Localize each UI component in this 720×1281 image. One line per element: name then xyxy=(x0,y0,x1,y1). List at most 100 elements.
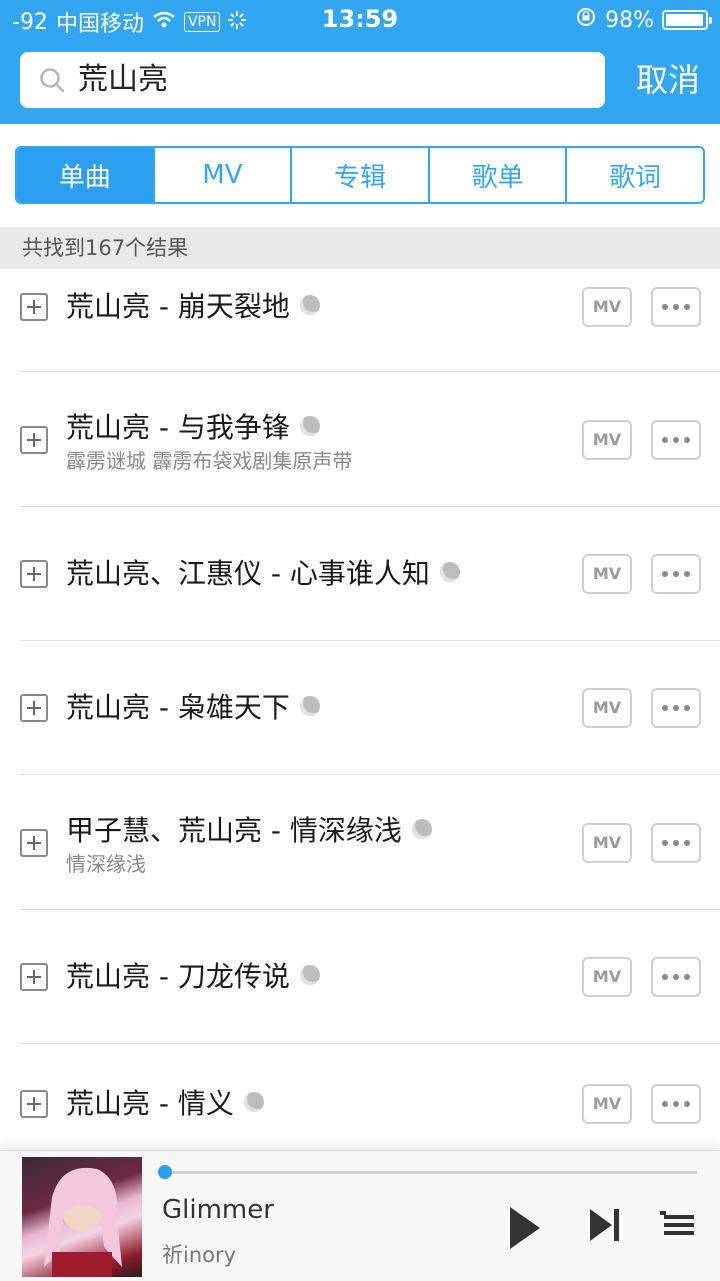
track-title: Glimmer xyxy=(162,1195,274,1225)
tab-3[interactable]: 歌单 xyxy=(429,148,568,202)
track-artist: 祈inory xyxy=(162,1243,237,1267)
song-title-text: 荒山亮 - 崩天裂地 xyxy=(66,290,290,323)
globe-icon xyxy=(299,415,320,436)
add-icon[interactable] xyxy=(20,1090,48,1118)
mv-button[interactable]: MV xyxy=(582,822,632,863)
more-options-button[interactable] xyxy=(651,688,701,728)
globe-icon xyxy=(299,295,320,315)
song-title: 荒山亮 - 崩天裂地 xyxy=(66,289,320,325)
mv-button[interactable]: MV xyxy=(582,957,632,997)
more-dot xyxy=(662,304,668,310)
globe-icon xyxy=(299,965,320,985)
more-dot xyxy=(662,571,668,577)
add-icon[interactable] xyxy=(20,828,48,857)
search-input[interactable]: 荒山亮 xyxy=(20,52,605,108)
song-title-text: 荒山亮 - 枭雄天下 xyxy=(66,691,290,724)
skip-next-icon xyxy=(590,1209,619,1241)
song-title-text: 荒山亮 - 刀龙传说 xyxy=(66,960,290,993)
more-options-button[interactable] xyxy=(651,1084,701,1124)
song-title: 荒山亮、江惠仪 - 心事谁人知 xyxy=(66,556,460,592)
mv-button[interactable]: MV xyxy=(582,1084,632,1124)
more-dot xyxy=(673,839,679,846)
more-dot xyxy=(673,571,679,577)
song-title: 荒山亮 - 情义 xyxy=(66,1086,264,1122)
song-row[interactable]: 荒山亮 - 刀龙传说 MV xyxy=(0,910,720,1044)
add-icon[interactable] xyxy=(20,293,48,321)
album-art[interactable] xyxy=(22,1157,142,1277)
mv-button[interactable]: MV xyxy=(582,688,632,728)
play-icon xyxy=(510,1207,540,1249)
song-title: 荒山亮 - 与我争锋 xyxy=(66,410,320,446)
add-icon[interactable] xyxy=(20,694,48,722)
search-icon xyxy=(38,66,66,98)
mv-button[interactable]: MV xyxy=(582,419,632,460)
song-title-text: 荒山亮 - 情义 xyxy=(66,1087,234,1120)
more-options-button[interactable] xyxy=(651,822,701,863)
status-right: 98% xyxy=(575,6,712,34)
song-title-text: 荒山亮 - 与我争锋 xyxy=(66,410,290,444)
more-dot xyxy=(673,436,679,443)
globe-icon xyxy=(439,562,460,582)
song-row[interactable]: 甲子慧、荒山亮 - 情深缘浅情深缘浅 MV xyxy=(0,775,720,910)
add-icon[interactable] xyxy=(20,963,48,991)
result-tabs: 单曲 MV 专辑 歌单 歌词 xyxy=(15,146,705,204)
cancel-button[interactable]: 取消 xyxy=(636,58,700,102)
more-dot xyxy=(662,436,668,443)
next-button[interactable] xyxy=(588,1207,622,1247)
status-bar: -92 中国移动 VPN 13:59 98% xyxy=(0,0,720,40)
mini-player[interactable]: Glimmer 祈inory xyxy=(0,1150,720,1281)
globe-icon xyxy=(411,818,432,839)
more-options-button[interactable] xyxy=(651,957,701,997)
more-dot xyxy=(662,974,668,980)
tab-0[interactable]: 单曲 xyxy=(17,148,155,202)
more-dot xyxy=(673,1101,679,1107)
search-query: 荒山亮 xyxy=(78,62,168,97)
song-row[interactable]: 荒山亮、江惠仪 - 心事谁人知 MV xyxy=(0,507,720,641)
globe-icon xyxy=(243,1092,264,1112)
more-dot xyxy=(684,571,690,577)
battery-icon xyxy=(662,10,712,30)
more-dot xyxy=(684,304,690,310)
song-title-text: 荒山亮、江惠仪 - 心事谁人知 xyxy=(66,557,430,590)
song-subtitle: 霹雳谜城 霹雳布袋戏剧集原声带 xyxy=(66,448,353,473)
more-dot xyxy=(684,974,690,980)
song-row[interactable]: 荒山亮 - 情义 MV xyxy=(0,1044,720,1154)
header: -92 中国移动 VPN 13:59 98% 荒山亮 取消 xyxy=(0,0,720,124)
more-options-button[interactable] xyxy=(651,287,701,327)
more-dot xyxy=(684,705,690,711)
more-dot xyxy=(673,974,679,980)
song-title: 荒山亮 - 枭雄天下 xyxy=(66,690,320,726)
add-icon[interactable] xyxy=(20,425,48,454)
playlist-button[interactable] xyxy=(660,1209,694,1245)
add-icon[interactable] xyxy=(20,560,48,588)
play-button[interactable] xyxy=(508,1205,542,1255)
globe-icon xyxy=(299,696,320,716)
more-dot xyxy=(684,1101,690,1107)
more-options-button[interactable] xyxy=(651,554,701,594)
more-dot xyxy=(662,1101,668,1107)
more-dot xyxy=(673,705,679,711)
more-options-button[interactable] xyxy=(651,419,701,460)
playlist-icon xyxy=(660,1211,694,1235)
more-dot xyxy=(684,839,690,846)
mv-button[interactable]: MV xyxy=(582,554,632,594)
song-row[interactable]: 荒山亮 - 枭雄天下 MV xyxy=(0,641,720,775)
more-dot xyxy=(684,436,690,443)
tab-2[interactable]: 专辑 xyxy=(292,148,430,202)
progress-knob[interactable] xyxy=(158,1165,172,1179)
song-title: 荒山亮 - 刀龙传说 xyxy=(66,959,320,995)
mv-button[interactable]: MV xyxy=(582,287,632,327)
result-count: 共找到167个结果 xyxy=(0,227,720,269)
tab-1[interactable]: MV xyxy=(154,148,293,202)
song-subtitle: 情深缘浅 xyxy=(66,851,146,876)
progress-track[interactable] xyxy=(164,1171,697,1174)
more-dot xyxy=(662,705,668,711)
song-title-text: 甲子慧、荒山亮 - 情深缘浅 xyxy=(66,813,402,847)
song-row[interactable]: 荒山亮 - 崩天裂地 MV xyxy=(0,269,720,372)
rotation-lock-icon xyxy=(575,6,597,34)
song-row[interactable]: 荒山亮 - 与我争锋霹雳谜城 霹雳布袋戏剧集原声带 MV xyxy=(0,372,720,507)
battery-percent: 98% xyxy=(605,7,654,33)
more-dot xyxy=(662,839,668,846)
tab-4[interactable]: 歌词 xyxy=(567,148,703,202)
song-title: 甲子慧、荒山亮 - 情深缘浅 xyxy=(66,813,432,849)
